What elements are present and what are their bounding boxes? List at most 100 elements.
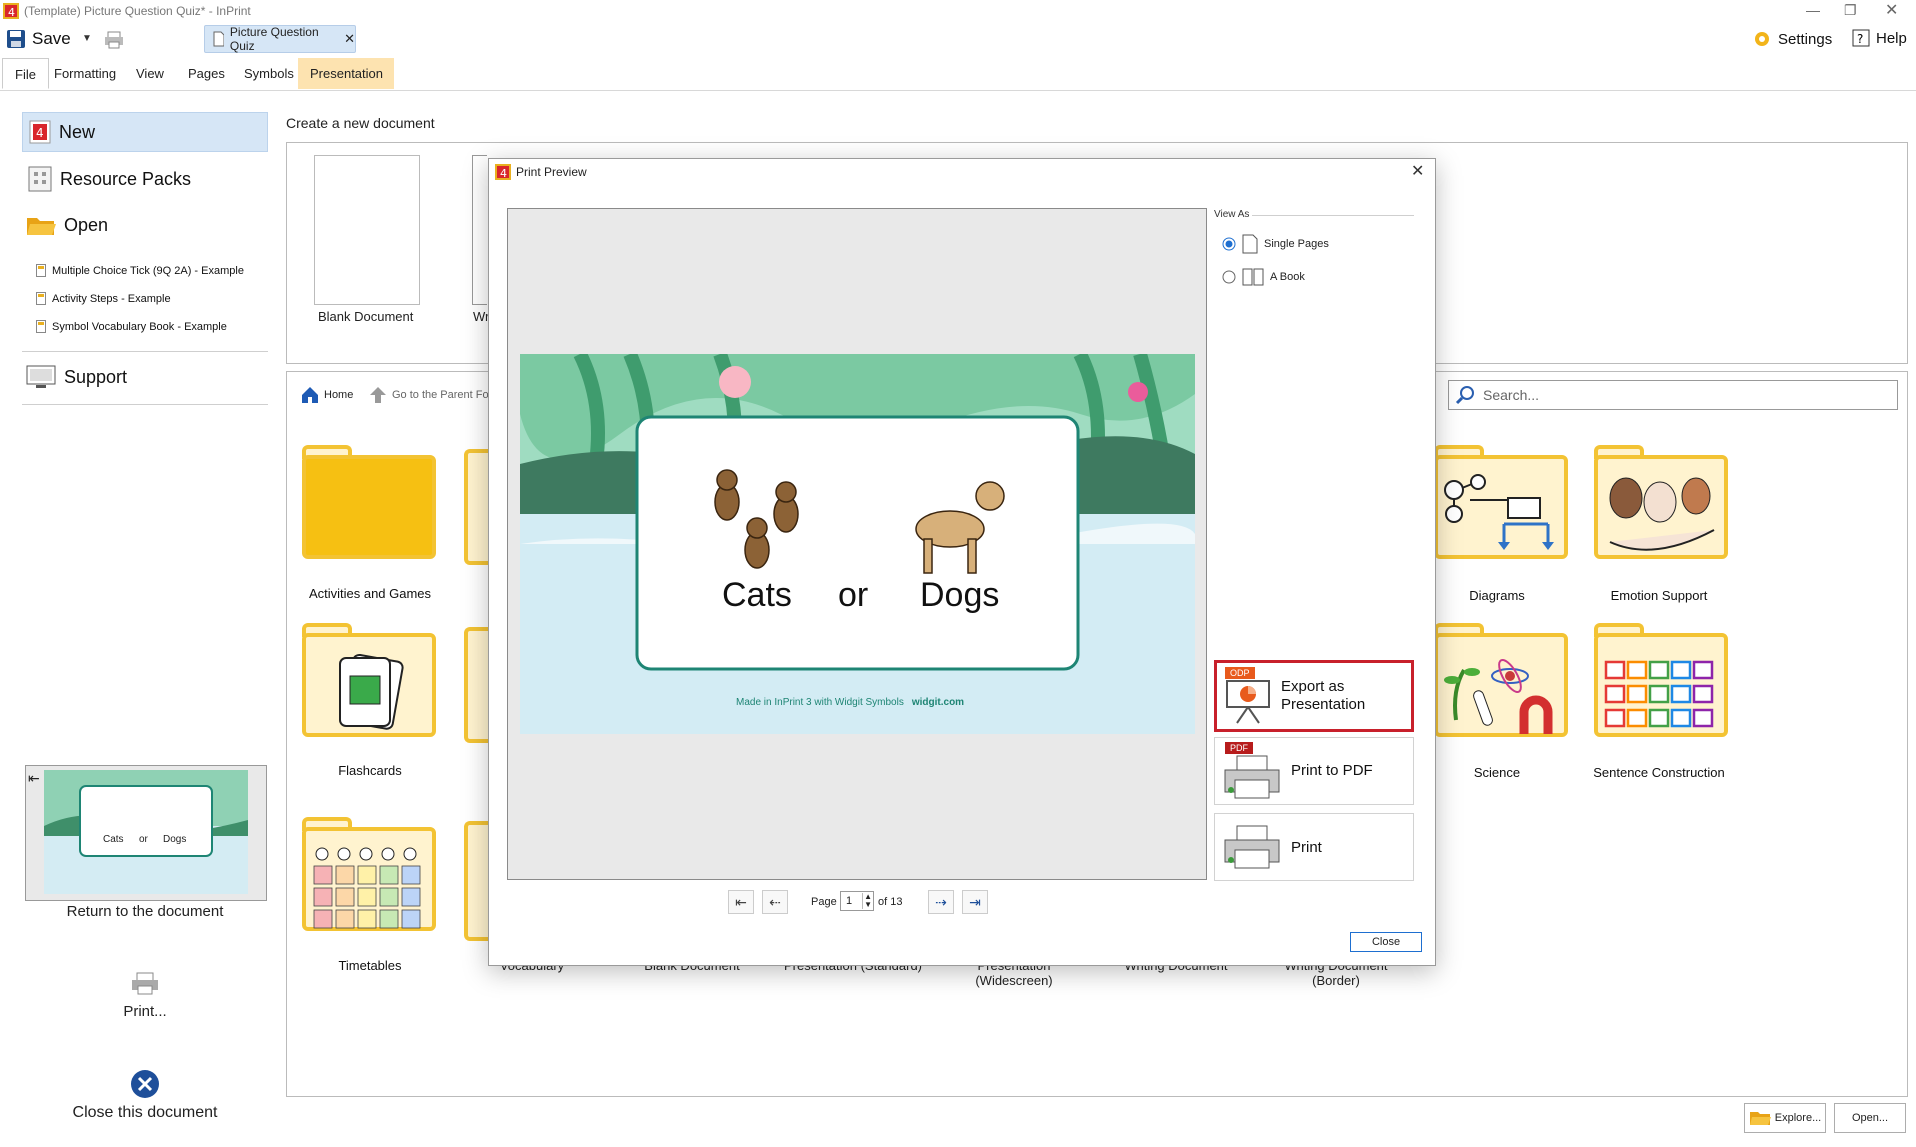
svg-text:4: 4 xyxy=(8,6,15,19)
dialog-title: Print Preview xyxy=(516,165,587,179)
save-icon xyxy=(7,30,25,48)
tab-presentation[interactable]: Presentation xyxy=(298,58,394,89)
folder-label[interactable]: Emotion Support xyxy=(1574,588,1744,603)
folder-open-icon xyxy=(27,218,56,235)
folder-label[interactable]: Sentence Construction xyxy=(1574,765,1744,780)
new-document-icon: 4 xyxy=(29,120,51,144)
thumbnail-word: Cats xyxy=(103,834,124,845)
help-button[interactable]: ? Help xyxy=(1852,29,1907,47)
previous-page-button[interactable]: ⇠ xyxy=(762,890,788,914)
save-button[interactable]: Save xyxy=(6,29,71,49)
blank-document-label[interactable]: Blank Document xyxy=(318,309,413,324)
template-label[interactable]: Wr xyxy=(473,309,489,324)
last-page-button[interactable]: ⇥ xyxy=(962,890,988,914)
recent-doc-icon xyxy=(36,292,46,305)
divider xyxy=(22,404,268,405)
option-a-book[interactable]: A Book xyxy=(1222,268,1305,286)
folder-label[interactable]: Flashcards xyxy=(285,763,455,778)
svg-text:?: ? xyxy=(1857,32,1863,46)
slide-preview xyxy=(520,354,1195,734)
parent-folder-button[interactable]: Go to the Parent Fo xyxy=(368,385,489,405)
resource-packs-label: Resource Packs xyxy=(60,168,192,189)
page-number-input[interactable]: 1 ▲ ▼ xyxy=(840,891,874,911)
search-input[interactable]: Search... xyxy=(1448,380,1898,410)
slide-word: or xyxy=(838,576,869,614)
restore-button[interactable]: ❐ xyxy=(1844,2,1857,19)
option-single-pages[interactable]: Single Pages xyxy=(1222,234,1329,254)
save-label: Save xyxy=(32,29,71,48)
page-number-value: 1 xyxy=(846,895,853,907)
recent-item-label: Symbol Vocabulary Book - Example xyxy=(52,320,227,333)
folder-icon[interactable] xyxy=(464,449,488,565)
export-presentation-button[interactable]: ODP Export as Presentation xyxy=(1214,660,1414,732)
print-icon[interactable] xyxy=(104,31,124,49)
folder-activities[interactable] xyxy=(302,445,436,559)
folder-label[interactable]: Science xyxy=(1412,765,1582,780)
open-file-button[interactable]: Open... xyxy=(1834,1103,1906,1133)
template-thumbnail[interactable] xyxy=(472,155,487,305)
new-button[interactable]: 4 New xyxy=(22,112,268,152)
folder-label[interactable]: Timetables xyxy=(285,958,455,973)
tab-view[interactable]: View xyxy=(124,58,176,89)
document-thumbnail[interactable]: Cats or Dogs ⇤ xyxy=(25,765,267,901)
folder-label[interactable]: Activities and Games xyxy=(285,586,455,601)
explore-button[interactable]: Explore... xyxy=(1744,1103,1826,1133)
settings-button[interactable]: Settings xyxy=(1752,29,1832,49)
slide-word: Dogs xyxy=(920,576,1000,614)
thumbnail-word: Dogs xyxy=(163,834,187,845)
close-document-icon[interactable] xyxy=(130,1069,160,1099)
print-dialog-button[interactable]: Print xyxy=(1214,813,1414,881)
window-close-button[interactable]: ✕ xyxy=(1885,0,1898,20)
explore-label: Explore... xyxy=(1774,1112,1822,1124)
close-document-button[interactable]: Close this document xyxy=(25,1104,265,1122)
easel-icon xyxy=(1226,680,1270,724)
recent-item[interactable]: Activity Steps - Example xyxy=(36,292,171,305)
gear-icon xyxy=(1755,32,1769,46)
recent-item[interactable]: Symbol Vocabulary Book - Example xyxy=(36,320,227,333)
radio-icon xyxy=(1222,270,1236,284)
recent-doc-icon xyxy=(36,264,46,277)
option-label: Single Pages xyxy=(1264,238,1329,250)
export-presentation-icon: ODP xyxy=(1225,667,1271,725)
support-label: Support xyxy=(64,366,128,387)
document-tab-label: Picture Question Quiz xyxy=(229,25,319,53)
search-placeholder: Search... xyxy=(1483,387,1540,403)
first-page-button[interactable]: ⇤ xyxy=(728,890,754,914)
return-to-document[interactable]: Return to the document xyxy=(25,903,265,920)
print-button[interactable]: Print... xyxy=(25,1003,265,1020)
support-button[interactable]: Support xyxy=(26,364,127,390)
page-label: Page xyxy=(811,896,837,908)
pdf-printer-icon: PDF xyxy=(1223,742,1281,800)
folder-icon[interactable] xyxy=(464,821,488,941)
recent-item[interactable]: Multiple Choice Tick (9Q 2A) - Example xyxy=(36,264,244,277)
tab-pages[interactable]: Pages xyxy=(176,58,237,89)
create-heading: Create a new document xyxy=(286,115,435,131)
blank-document-thumbnail[interactable] xyxy=(314,155,420,305)
minimize-button[interactable]: — xyxy=(1806,2,1820,18)
parent-folder-label: Go to the Parent Fo xyxy=(392,389,489,401)
close-tab-icon[interactable]: ✕ xyxy=(344,31,355,47)
print-label: Print xyxy=(1291,838,1322,856)
diagram-icon xyxy=(1444,474,1554,550)
resource-packs-button[interactable]: Resource Packs xyxy=(28,166,191,192)
tab-symbols[interactable]: Symbols xyxy=(232,58,306,89)
printer-icon xyxy=(1224,825,1280,869)
dialog-close-button[interactable]: Close xyxy=(1350,932,1422,952)
next-page-button[interactable]: ⇢ xyxy=(928,890,954,914)
tab-formatting[interactable]: Formatting xyxy=(42,58,128,89)
print-to-pdf-button[interactable]: PDF Print to PDF xyxy=(1214,737,1414,805)
page-stepper-icon[interactable]: ▲ ▼ xyxy=(862,893,873,909)
folder-icon[interactable] xyxy=(464,627,488,743)
slide-word: Cats xyxy=(722,576,792,614)
app-logo-icon: 4 xyxy=(3,3,19,19)
recent-item-label: Activity Steps - Example xyxy=(52,292,171,305)
save-dropdown-icon[interactable]: ▼ xyxy=(82,33,92,44)
open-button[interactable]: Open xyxy=(26,214,108,236)
document-tab[interactable]: Picture Question Quiz ✕ xyxy=(204,25,356,53)
view-as-label: View As xyxy=(1214,209,1250,220)
option-label: A Book xyxy=(1270,271,1305,283)
print-icon[interactable] xyxy=(131,972,159,996)
dialog-close-icon[interactable]: ✕ xyxy=(1411,161,1424,181)
folder-label[interactable]: Diagrams xyxy=(1412,588,1582,603)
home-button[interactable]: Home xyxy=(300,385,353,405)
